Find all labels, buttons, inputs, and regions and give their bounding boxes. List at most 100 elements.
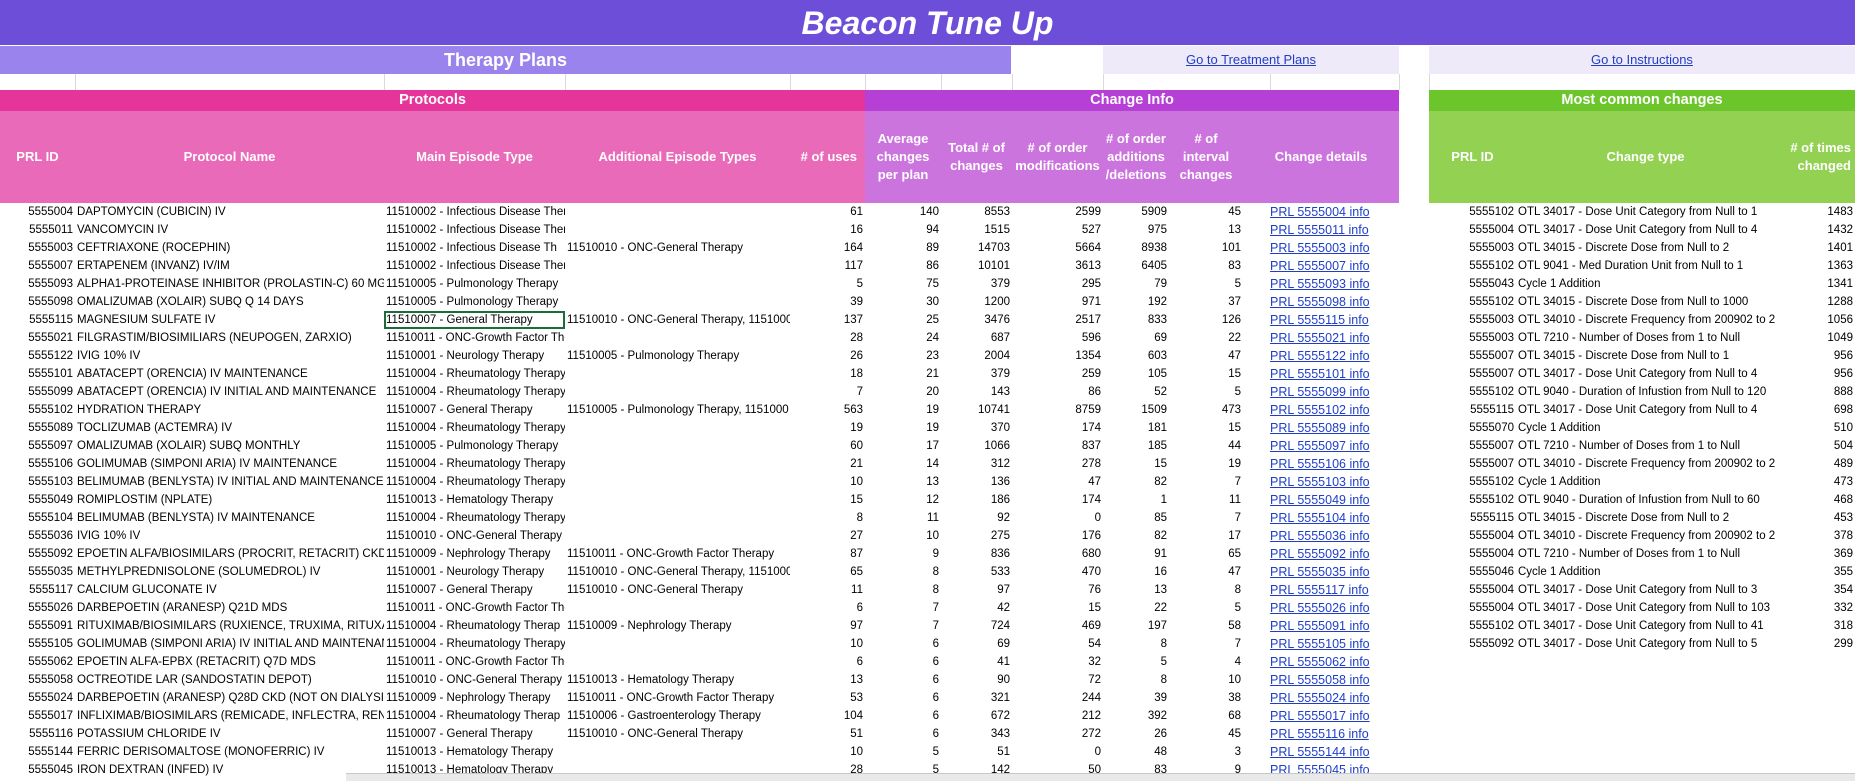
cell-order-adds[interactable]: 82 [1103,527,1169,545]
cell-change-type[interactable]: OTL 9040 - Duration of Infustion from Nu… [1516,383,1775,401]
cell-avg-changes[interactable]: 6 [865,707,941,725]
cell-avg-changes[interactable]: 17 [865,437,941,455]
cell-avg-changes[interactable]: 89 [865,239,941,257]
cell-order-adds[interactable]: 82 [1103,473,1169,491]
cell-interval-changes[interactable]: 17 [1169,527,1243,545]
cell-main-episode[interactable]: 11510009 - Nephrology Therapy [384,689,565,707]
cell-change-type[interactable]: OTL 9041 - Med Duration Unit from Null t… [1516,257,1775,275]
cell-order-mods[interactable]: 212 [1012,707,1103,725]
cell-common-prl-id[interactable]: 5555102 [1429,257,1516,275]
cell-additional-episodes[interactable]: 11510006 - Gastroenterology Therapy [565,707,790,725]
cell-order-adds[interactable]: 26 [1103,725,1169,743]
cell-interval-changes[interactable]: 7 [1169,635,1243,653]
cell-total-changes[interactable]: 2004 [941,347,1012,365]
cell-order-adds[interactable]: 22 [1103,599,1169,617]
change-details-link[interactable]: PRL 5555122 info [1268,347,1399,365]
cell-order-adds[interactable]: 105 [1103,365,1169,383]
change-details-link[interactable]: PRL 5555097 info [1268,437,1399,455]
cell-common-prl-id[interactable]: 5555004 [1429,221,1516,239]
cell-protocol-name[interactable]: GOLIMUMAB (SIMPONI ARIA) IV INITIAL AND … [75,635,384,653]
cell-prl-id[interactable]: 5555021 [0,329,75,347]
cell-main-episode[interactable]: 11510007 - General Therapy [384,401,565,419]
cell-main-episode[interactable]: 11510010 - ONC-General Therapy [384,527,565,545]
cell-order-mods[interactable]: 176 [1012,527,1103,545]
go-to-instructions-link[interactable]: Go to Instructions [1591,52,1693,67]
change-details-link[interactable]: PRL 5555036 info [1268,527,1399,545]
cell-times-changed[interactable]: 332 [1775,599,1855,617]
cell-protocol-name[interactable]: DAPTOMYCIN (CUBICIN) IV [75,203,384,221]
cell-common-prl-id[interactable]: 5555003 [1429,329,1516,347]
cell-additional-episodes[interactable] [565,275,790,293]
cell-additional-episodes[interactable] [565,383,790,401]
cell-uses[interactable]: 10 [790,473,865,491]
cell-order-adds[interactable]: 8938 [1103,239,1169,257]
change-details-link[interactable]: PRL 5555026 info [1268,599,1399,617]
cell-times-changed[interactable]: 1401 [1775,239,1855,257]
cell-additional-episodes[interactable] [565,527,790,545]
cell-protocol-name[interactable]: ABATACEPT (ORENCIA) IV MAINTENANCE [75,365,384,383]
cell-protocol-name[interactable]: IVIG 10% IV [75,347,384,365]
cell-interval-changes[interactable]: 5 [1169,383,1243,401]
change-details-link[interactable]: PRL 5555116 info [1268,725,1399,743]
cell-additional-episodes[interactable] [565,455,790,473]
cell-avg-changes[interactable]: 21 [865,365,941,383]
cell-total-changes[interactable]: 97 [941,581,1012,599]
cell-total-changes[interactable]: 672 [941,707,1012,725]
cell-common-prl-id[interactable]: 5555102 [1429,491,1516,509]
cell-prl-id[interactable]: 5555045 [0,761,75,779]
cell-uses[interactable]: 164 [790,239,865,257]
cell-total-changes[interactable]: 312 [941,455,1012,473]
cell-avg-changes[interactable]: 20 [865,383,941,401]
cell-main-episode[interactable]: 11510002 - Infectious Disease Therapy [384,221,565,239]
cell-avg-changes[interactable]: 8 [865,581,941,599]
cell-uses[interactable]: 6 [790,653,865,671]
cell-protocol-name[interactable]: TOCLIZUMAB (ACTEMRA) IV [75,419,384,437]
cell-prl-id[interactable]: 5555122 [0,347,75,365]
cell-protocol-name[interactable]: INFLIXIMAB/BIOSIMILARS (REMICADE, INFLEC… [75,707,384,725]
cell-avg-changes[interactable]: 6 [865,635,941,653]
cell-protocol-name[interactable]: DARBEPOETIN (ARANESP) Q21D MDS [75,599,384,617]
cell-order-mods[interactable]: 469 [1012,617,1103,635]
cell-uses[interactable]: 7 [790,383,865,401]
cell-protocol-name[interactable]: EPOETIN ALFA-EPBX (RETACRIT) Q7D MDS [75,653,384,671]
cell-prl-id[interactable]: 5555007 [0,257,75,275]
change-details-link[interactable]: PRL 5555102 info [1268,401,1399,419]
change-details-link[interactable]: PRL 5555021 info [1268,329,1399,347]
go-to-treatment-plans-link[interactable]: Go to Treatment Plans [1186,52,1316,67]
cell-interval-changes[interactable]: 8 [1169,581,1243,599]
cell-order-adds[interactable]: 8 [1103,671,1169,689]
cell-change-type[interactable]: OTL 34017 - Dose Unit Category from Null… [1516,581,1775,599]
cell-total-changes[interactable]: 186 [941,491,1012,509]
cell-protocol-name[interactable]: CEFTRIAXONE (ROCEPHIN) [75,239,384,257]
cell-uses[interactable]: 15 [790,491,865,509]
cell-interval-changes[interactable]: 473 [1169,401,1243,419]
cell-additional-episodes[interactable]: 11510005 - Pulmonology Therapy, 1151000 [565,401,790,419]
cell-main-episode[interactable]: 11510004 - Rheumatology Therapy [384,473,565,491]
cell-common-prl-id[interactable]: 5555102 [1429,383,1516,401]
cell-change-type[interactable]: OTL 34015 - Discrete Dose from Null to 1… [1516,293,1775,311]
cell-times-changed[interactable]: 1363 [1775,257,1855,275]
cell-interval-changes[interactable]: 3 [1169,743,1243,761]
cell-prl-id[interactable]: 5555092 [0,545,75,563]
cell-change-type[interactable]: Cycle 1 Addition [1516,473,1775,491]
change-details-link[interactable]: PRL 5555035 info [1268,563,1399,581]
cell-uses[interactable]: 27 [790,527,865,545]
cell-protocol-name[interactable]: OMALIZUMAB (XOLAIR) SUBQ Q 14 DAYS [75,293,384,311]
cell-common-prl-id[interactable]: 5555007 [1429,365,1516,383]
cell-interval-changes[interactable]: 5 [1169,599,1243,617]
cell-additional-episodes[interactable]: 11510010 - ONC-General Therapy, 1151000 [565,563,790,581]
cell-total-changes[interactable]: 379 [941,275,1012,293]
cell-common-prl-id[interactable]: 5555070 [1429,419,1516,437]
cell-additional-episodes[interactable] [565,599,790,617]
change-details-link[interactable]: PRL 5555115 info [1268,311,1399,329]
change-details-link[interactable]: PRL 5555105 info [1268,635,1399,653]
cell-additional-episodes[interactable] [565,653,790,671]
cell-additional-episodes[interactable] [565,293,790,311]
cell-order-mods[interactable]: 47 [1012,473,1103,491]
cell-change-type[interactable]: OTL 34017 - Dose Unit Category from Null… [1516,635,1775,653]
cell-protocol-name[interactable]: RITUXIMAB/BIOSIMILARS (RUXIENCE, TRUXIMA… [75,617,384,635]
cell-order-adds[interactable]: 15 [1103,455,1169,473]
cell-total-changes[interactable]: 724 [941,617,1012,635]
cell-interval-changes[interactable]: 47 [1169,347,1243,365]
cell-avg-changes[interactable]: 13 [865,473,941,491]
